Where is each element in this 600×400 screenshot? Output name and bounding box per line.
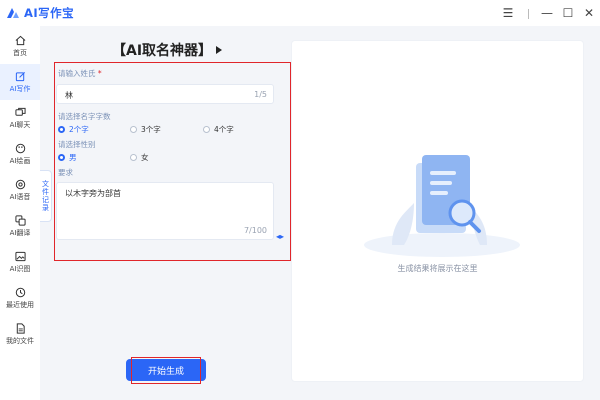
sidebar-item-ai-translate[interactable]: AI翻译 <box>0 208 40 244</box>
hint-label: 要求 <box>58 168 73 177</box>
page-title: 【AI取名神器】 <box>112 43 213 59</box>
sidebar-item-label: AI语音 <box>9 192 31 201</box>
app-logo: AI写作宝 <box>6 5 74 21</box>
menu-icon[interactable]: ☰ <box>500 0 516 26</box>
sidebar-item-label: 我的文件 <box>6 336 34 345</box>
maximize-button[interactable]: ☐ <box>561 0 575 26</box>
surname-counter: 1/5 <box>254 90 267 99</box>
sidebar-item-home[interactable]: 首页 <box>0 28 40 64</box>
empty-result-illustration <box>364 155 520 257</box>
file-record-tab[interactable]: 文件记录 <box>40 170 52 222</box>
sidebar-item-label: AI识图 <box>9 264 31 273</box>
radio-dot <box>58 154 65 161</box>
sidebar-item-ai-writing[interactable]: AI写作 <box>0 64 40 100</box>
radio-dot <box>130 126 137 133</box>
sidebar-item-ai-image[interactable]: AI识图 <box>0 244 40 280</box>
sidebar: 首页 AI写作 AI聊天 AI绘画 AI语音 AI翻译 AI识图 最近使用 我的… <box>0 26 40 400</box>
gender-label: 请选择性别 <box>58 140 96 149</box>
sidebar-item-recent[interactable]: 最近使用 <box>0 280 40 316</box>
radio-label: 4个字 <box>214 125 234 134</box>
highlight-box-button <box>131 357 201 384</box>
surname-label-text: 请输入姓氏 <box>58 69 96 78</box>
sidebar-item-ai-voice[interactable]: AI语音 <box>0 172 40 208</box>
sidebar-item-ai-painting[interactable]: AI绘画 <box>0 136 40 172</box>
result-panel: 生成结果将展示在这里 <box>291 40 584 382</box>
sidebar-item-ai-chat[interactable]: AI聊天 <box>0 100 40 136</box>
home-icon <box>15 35 25 45</box>
file-icon <box>16 322 25 334</box>
sidebar-item-label: AI翻译 <box>9 228 31 237</box>
surname-input[interactable]: 林 1/5 <box>56 84 274 104</box>
sidebar-item-label: 首页 <box>13 48 27 57</box>
radio-dot <box>203 126 210 133</box>
radio-dot <box>130 154 137 161</box>
radio-gender-female[interactable]: 女 <box>130 152 149 163</box>
radio-label: 女 <box>141 153 149 162</box>
radio-label: 男 <box>69 153 77 162</box>
voice-icon <box>15 179 25 189</box>
radio-dot <box>58 126 65 133</box>
play-icon[interactable] <box>216 46 223 54</box>
radio-gender-male[interactable]: 男 <box>58 152 77 163</box>
logo-icon <box>7 8 19 18</box>
title-bar: AI写作宝 ☰ — ☐ ✕ <box>0 0 600 26</box>
form-title-row: 【AI取名神器】 <box>112 40 223 60</box>
chat-icon <box>14 107 26 116</box>
word-count-label: 请选择名字字数 <box>58 112 111 121</box>
close-button[interactable]: ✕ <box>582 0 596 26</box>
sidebar-item-label: 最近使用 <box>6 300 34 309</box>
sidebar-item-label: AI写作 <box>9 84 31 93</box>
sidebar-item-label: AI聊天 <box>9 120 31 129</box>
sidebar-item-my-files[interactable]: 我的文件 <box>0 316 40 352</box>
image-icon <box>14 251 26 261</box>
translate-icon <box>14 214 26 226</box>
hint-textarea[interactable]: 以木字旁为部首 7/100 <box>56 182 274 240</box>
required-mark: * <box>97 69 102 78</box>
hint-counter: 7/100 <box>243 226 267 235</box>
hint-value: 以木字旁为部首 <box>65 189 121 198</box>
titlebar-divider <box>528 9 529 19</box>
surname-label: 请输入姓氏 * <box>58 68 102 79</box>
result-empty-text: 生成结果将展示在这里 <box>397 264 478 273</box>
file-record-label: 文件记录 <box>41 180 50 212</box>
palette-icon <box>15 143 25 153</box>
surname-value: 林 <box>65 91 73 100</box>
app-title: AI写作宝 <box>24 6 75 20</box>
radio-label: 3个字 <box>141 125 161 134</box>
swap-arrows-icon[interactable]: ◂▸ <box>276 232 284 241</box>
edit-icon <box>15 71 25 81</box>
minimize-button[interactable]: — <box>540 0 554 26</box>
radio-label: 2个字 <box>69 125 89 134</box>
radio-word-count-4[interactable]: 4个字 <box>203 124 234 135</box>
radio-word-count-2[interactable]: 2个字 <box>58 124 89 135</box>
history-icon <box>15 287 25 297</box>
sidebar-item-label: AI绘画 <box>9 156 31 165</box>
radio-word-count-3[interactable]: 3个字 <box>130 124 161 135</box>
